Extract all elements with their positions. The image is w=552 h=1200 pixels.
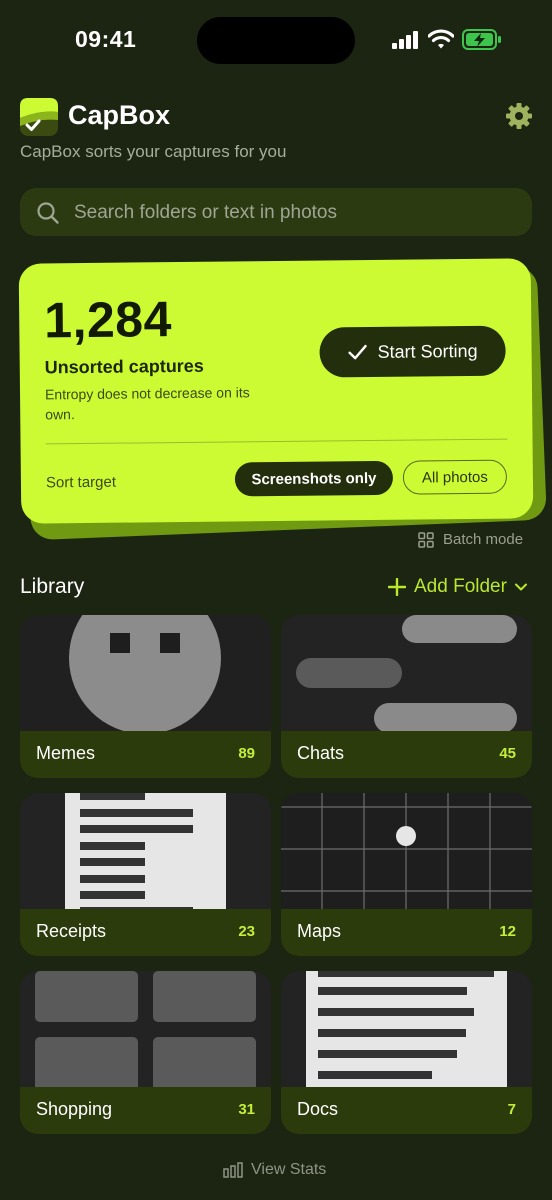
cellular-signal-icon <box>392 31 418 49</box>
grid-icon <box>418 531 434 548</box>
sort-target-label: Sort target <box>45 473 117 492</box>
app-subtitle: CapBox sorts your captures for you <box>20 142 287 161</box>
folder-tile-chats[interactable]: Chats 45 <box>281 615 532 778</box>
app-title: CapBox <box>68 100 171 130</box>
start-sorting-label: Start Sorting <box>377 340 478 362</box>
folder-tile-receipts[interactable]: Receipts 23 <box>20 793 271 956</box>
unsorted-label: Unsorted captures <box>44 355 204 378</box>
start-sorting-button[interactable]: Start Sorting <box>319 325 506 378</box>
folder-name: Maps <box>297 921 342 941</box>
docs-thumbnail <box>281 971 532 1087</box>
app-logo <box>20 98 58 136</box>
search-bar[interactable] <box>20 188 532 238</box>
folder-count: 12 <box>499 923 516 940</box>
library-heading: Library <box>20 575 85 598</box>
status-time: 09:41 <box>75 26 137 52</box>
folder-name: Shopping <box>36 1099 113 1119</box>
folder-bar: Shopping 31 <box>20 1087 271 1134</box>
folder-name: Memes <box>36 743 96 763</box>
gear-icon[interactable] <box>505 102 533 130</box>
batch-mode-button[interactable]: Batch mode <box>418 531 523 548</box>
folder-name: Chats <box>297 743 345 763</box>
dynamic-island <box>197 17 355 64</box>
card-divider <box>45 438 508 445</box>
folder-count: 45 <box>499 745 516 762</box>
folder-tile-docs[interactable]: Docs 7 <box>281 971 532 1134</box>
folder-bar: Maps 12 <box>281 909 532 956</box>
chats-thumbnail <box>281 615 532 731</box>
folder-bar: Docs 7 <box>281 1087 532 1134</box>
folder-count: 89 <box>238 745 255 762</box>
shopping-thumbnail <box>20 971 271 1087</box>
folder-bar: Memes 89 <box>20 731 271 778</box>
option-screenshots-only[interactable]: Screenshots only <box>234 460 394 497</box>
folder-tile-memes[interactable]: Memes 89 <box>20 615 271 778</box>
add-folder-button[interactable]: Add Folder <box>388 576 527 598</box>
add-folder-label: Add Folder <box>414 576 507 597</box>
unsorted-count: 1,284 <box>43 291 173 349</box>
search-input[interactable] <box>72 188 516 238</box>
search-icon <box>37 202 59 224</box>
bar-chart-icon <box>223 1162 243 1178</box>
chevron-down-icon <box>514 583 527 591</box>
plus-icon <box>388 578 406 596</box>
folder-tile-shopping[interactable]: Shopping 31 <box>20 971 271 1134</box>
unsorted-card: 1,284 Unsorted captures Entropy does not… <box>18 258 534 524</box>
view-stats-button[interactable]: View Stats <box>223 1161 326 1179</box>
folder-count: 23 <box>238 923 255 940</box>
wifi-icon <box>428 29 454 49</box>
folder-count: 31 <box>238 1101 255 1118</box>
option-all-photos[interactable]: All photos <box>402 459 508 495</box>
folder-bar: Chats 45 <box>281 731 532 778</box>
batch-mode-label: Batch mode <box>443 531 524 548</box>
checkmark-icon <box>348 344 367 360</box>
unsorted-caption: Entropy does not decrease on its own. <box>44 384 250 423</box>
battery-charging-icon <box>462 29 501 50</box>
folder-count: 7 <box>507 1101 516 1118</box>
status-bar: 09:41 <box>0 0 552 80</box>
folder-name: Docs <box>297 1099 339 1119</box>
memes-thumbnail <box>20 615 271 731</box>
folder-tile-maps[interactable]: Maps 12 <box>281 793 532 956</box>
folder-bar: Receipts 23 <box>20 909 271 956</box>
view-stats-label: View Stats <box>251 1161 327 1178</box>
maps-thumbnail <box>281 793 532 909</box>
receipts-thumbnail <box>20 793 271 909</box>
folder-name: Receipts <box>36 921 107 941</box>
